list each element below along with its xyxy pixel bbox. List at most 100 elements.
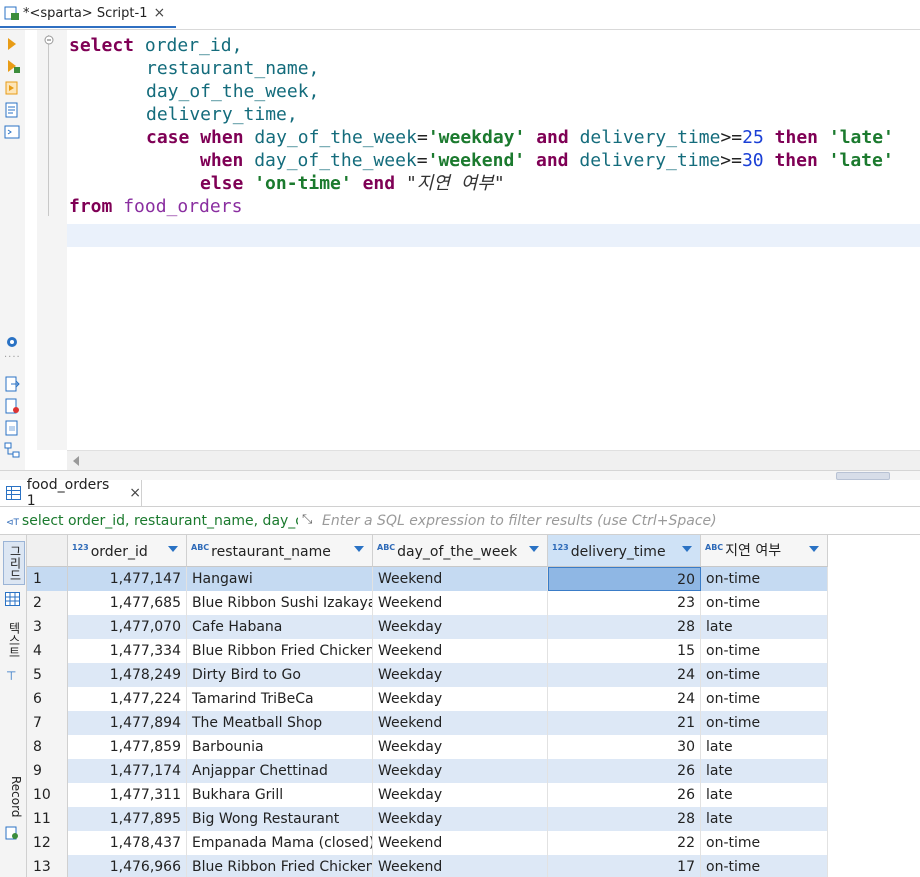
row-number[interactable]: 6 <box>27 687 68 711</box>
table-row[interactable]: 12 1,478,437 Empanada Mama (closed) Weekend… <box>27 831 828 855</box>
table-cell[interactable]: 1,477,311 <box>68 783 187 807</box>
day-of-the-week-header[interactable]: ABC day_of_the_week <box>373 535 548 567</box>
table-cell[interactable]: Weekday <box>373 735 548 759</box>
table-cell[interactable]: Hangawi <box>187 567 373 591</box>
table-row[interactable]: 10 1,477,311 Bukhara Grill Weekday 26 late <box>27 783 828 807</box>
table-cell[interactable]: late <box>701 735 828 759</box>
tab-record[interactable]: Record <box>3 771 23 823</box>
table-cell[interactable]: 26 <box>548 759 701 783</box>
gear-icon[interactable] <box>4 334 20 350</box>
table-cell[interactable]: 1,477,334 <box>68 639 187 663</box>
table-cell[interactable]: Weekend <box>373 639 548 663</box>
table-cell[interactable]: Weekend <box>373 567 548 591</box>
table-cell[interactable]: Weekday <box>373 663 548 687</box>
sort-filter-icon[interactable] <box>354 546 364 552</box>
table-cell[interactable]: 1,477,147 <box>68 567 187 591</box>
table-cell[interactable]: Weekday <box>373 783 548 807</box>
table-cell[interactable]: late <box>701 615 828 639</box>
outline-icon[interactable] <box>4 442 20 458</box>
table-cell[interactable]: 1,477,685 <box>68 591 187 615</box>
close-icon[interactable]: × <box>153 5 165 21</box>
table-cell[interactable]: 28 <box>548 615 701 639</box>
table-cell[interactable]: on-time <box>701 855 828 877</box>
table-cell[interactable]: Weekday <box>373 759 548 783</box>
table-cell[interactable]: Weekend <box>373 855 548 877</box>
console-icon[interactable] <box>4 124 20 140</box>
table-cell[interactable]: 1,477,174 <box>68 759 187 783</box>
table-cell[interactable]: on-time <box>701 663 828 687</box>
explain-plan-icon[interactable] <box>4 102 20 118</box>
restaurant-name-header[interactable]: ABC restaurant_name <box>187 535 373 567</box>
table-cell[interactable]: 15 <box>548 639 701 663</box>
table-cell[interactable]: 24 <box>548 687 701 711</box>
table-cell[interactable]: Empanada Mama (closed) <box>187 831 373 855</box>
table-cell[interactable]: Weekday <box>373 807 548 831</box>
table-cell[interactable]: 1,478,437 <box>68 831 187 855</box>
row-number[interactable]: 1 <box>27 567 68 591</box>
execute-statement-icon[interactable] <box>4 36 20 52</box>
execute-script-icon[interactable] <box>4 58 20 74</box>
row-number[interactable]: 10 <box>27 783 68 807</box>
more-icon[interactable]: ···· <box>4 352 20 368</box>
table-row[interactable]: 7 1,477,894 The Meatball Shop Weekend 21 on-t… <box>27 711 828 735</box>
row-number[interactable]: 7 <box>27 711 68 735</box>
sort-filter-icon[interactable] <box>168 546 178 552</box>
table-cell[interactable]: Barbounia <box>187 735 373 759</box>
table-cell[interactable]: 30 <box>548 735 701 759</box>
table-cell[interactable]: late <box>701 807 828 831</box>
row-number[interactable]: 5 <box>27 663 68 687</box>
table-row[interactable]: 5 1,478,249 Dirty Bird to Go Weekday 24 on-ti… <box>27 663 828 687</box>
table-cell[interactable]: 1,478,249 <box>68 663 187 687</box>
table-cell[interactable]: Cafe Habana <box>187 615 373 639</box>
scroll-left-icon[interactable] <box>73 456 79 466</box>
close-icon[interactable]: × <box>129 485 141 501</box>
expand-icon[interactable]: ⤡ <box>302 512 318 528</box>
table-cell[interactable]: Dirty Bird to Go <box>187 663 373 687</box>
row-number[interactable]: 2 <box>27 591 68 615</box>
table-cell[interactable]: 1,477,859 <box>68 735 187 759</box>
delivery-time-header[interactable]: 123 delivery_time <box>548 535 701 567</box>
table-cell[interactable]: on-time <box>701 687 828 711</box>
table-cell[interactable]: Weekend <box>373 711 548 735</box>
table-cell[interactable]: on-time <box>701 591 828 615</box>
row-number[interactable]: 11 <box>27 807 68 831</box>
table-cell[interactable]: 1,477,894 <box>68 711 187 735</box>
tab-food-orders-1[interactable]: food_orders 1 × <box>0 477 142 509</box>
table-cell[interactable]: on-time <box>701 567 828 591</box>
editor-horizontal-scrollbar[interactable] <box>67 450 920 471</box>
text-view-icon[interactable]: ⊤ <box>6 669 16 683</box>
table-cell[interactable]: Tamarind TriBeCa <box>187 687 373 711</box>
table-cell[interactable]: 26 <box>548 783 701 807</box>
table-cell[interactable]: 21 <box>548 711 701 735</box>
table-cell[interactable]: Weekday <box>373 687 548 711</box>
table-cell[interactable]: Blue Ribbon Fried Chicken <box>187 639 373 663</box>
row-number[interactable]: 12 <box>27 831 68 855</box>
table-cell[interactable]: Anjappar Chettinad <box>187 759 373 783</box>
table-cell[interactable]: Bukhara Grill <box>187 783 373 807</box>
table-row[interactable]: 1 1,477,147 Hangawi Weekend 20 on-time <box>27 567 828 591</box>
fold-indicator[interactable] <box>44 35 57 216</box>
tab-script-1[interactable]: *<sparta> Script-1 × <box>0 0 176 28</box>
table-cell[interactable]: on-time <box>701 831 828 855</box>
table-cell[interactable]: 28 <box>548 807 701 831</box>
table-cell[interactable]: Weekend <box>373 831 548 855</box>
row-number-header[interactable] <box>27 535 68 567</box>
table-cell[interactable]: 1,477,895 <box>68 807 187 831</box>
table-cell[interactable]: 1,476,966 <box>68 855 187 877</box>
table-cell[interactable]: 1,477,070 <box>68 615 187 639</box>
tab-grid[interactable]: 그리드 <box>3 541 25 585</box>
order-id-header[interactable]: 123 order_id <box>68 535 187 567</box>
table-cell[interactable]: The Meatball Shop <box>187 711 373 735</box>
splitter-handle[interactable] <box>836 472 890 480</box>
table-cell[interactable]: 20 <box>548 567 701 591</box>
row-number[interactable]: 9 <box>27 759 68 783</box>
table-cell[interactable]: Big Wong Restaurant <box>187 807 373 831</box>
load-icon[interactable] <box>4 420 20 436</box>
results-grid[interactable]: 123 order_id ABC restaurant_name ABC day_of_t… <box>27 535 920 877</box>
table-cell[interactable]: Blue Ribbon Sushi Izakaya <box>187 591 373 615</box>
filter-input[interactable] <box>322 511 912 531</box>
table-cell[interactable]: 17 <box>548 855 701 877</box>
table-cell[interactable]: 1,477,224 <box>68 687 187 711</box>
table-row[interactable]: 6 1,477,224 Tamarind TriBeCa Weekday 24 on-ti… <box>27 687 828 711</box>
table-row[interactable]: 8 1,477,859 Barbounia Weekday 30 late <box>27 735 828 759</box>
